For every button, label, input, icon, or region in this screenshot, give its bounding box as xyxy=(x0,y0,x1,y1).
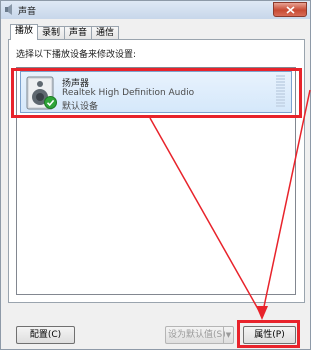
device-list[interactable]: 扬声器 Realtek High Definition Audio 默认设备 xyxy=(16,67,296,295)
set-default-label: 设为默认值(S) xyxy=(168,330,226,340)
tab-strip: 播放 录制 声音 通信 xyxy=(10,24,120,40)
tab-communications[interactable]: 通信 xyxy=(91,26,120,40)
close-button[interactable] xyxy=(273,2,307,17)
window-title: 声音 xyxy=(18,7,37,17)
check-icon xyxy=(44,96,57,109)
title-bar: 声音 xyxy=(1,1,310,19)
configure-button[interactable]: 配置(C) xyxy=(16,326,75,344)
sound-app-icon xyxy=(5,4,12,15)
sound-dialog: 声音 播放 录制 声音 通信 选择以下播放设备来修改设置: 扬声器 Realte… xyxy=(0,0,311,350)
tab-sounds[interactable]: 声音 xyxy=(64,26,93,40)
instruction-text: 选择以下播放设备来修改设置: xyxy=(16,50,137,60)
device-item-speakers[interactable]: 扬声器 Realtek High Definition Audio 默认设备 xyxy=(20,71,292,113)
close-icon xyxy=(286,6,295,14)
properties-button[interactable]: 属性(P) xyxy=(243,326,296,344)
volume-level-meter xyxy=(276,75,285,109)
tab-playback[interactable]: 播放 xyxy=(10,24,39,40)
device-status: 默认设备 xyxy=(62,102,99,112)
playback-panel: 选择以下播放设备来修改设置: 扬声器 Realtek High Definiti… xyxy=(8,39,305,303)
set-default-button[interactable]: 设为默认值(S) ▼ xyxy=(165,326,234,344)
chevron-down-icon[interactable]: ▼ xyxy=(223,327,233,343)
tab-recording[interactable]: 录制 xyxy=(37,26,66,40)
device-description: Realtek High Definition Audio xyxy=(62,88,195,98)
